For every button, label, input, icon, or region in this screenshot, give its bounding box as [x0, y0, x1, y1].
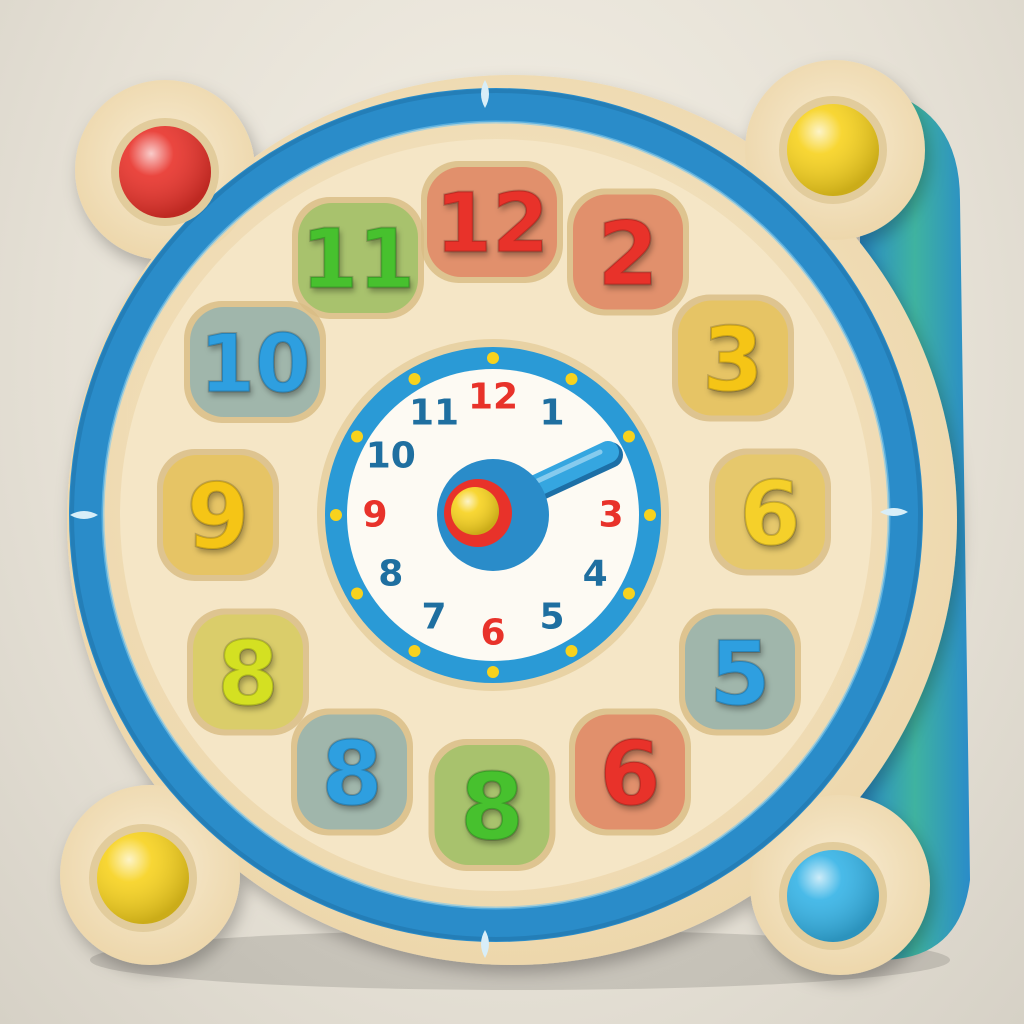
dial-number: 8 — [378, 554, 403, 595]
top-right-corner-button[interactable] — [779, 96, 887, 204]
button-shine — [97, 832, 189, 924]
puzzle-piece[interactable]: 8 — [291, 708, 413, 836]
dial-dot — [487, 666, 499, 678]
dial-dot — [565, 644, 578, 657]
puzzle-piece[interactable]: 3 — [672, 294, 794, 422]
dial-dot — [644, 509, 656, 521]
center-dial: 12 1 3 45678 9 1011 — [317, 339, 669, 691]
puzzle-piece[interactable]: 6 — [569, 708, 691, 836]
dial-number: 11 — [409, 392, 459, 433]
dial-dot — [330, 509, 342, 521]
puzzle-piece[interactable]: 10 — [184, 301, 326, 423]
puzzle-piece[interactable]: 2 — [567, 188, 689, 316]
puzzle-piece[interactable]: 8 — [187, 608, 309, 736]
dial-number: 7 — [421, 597, 446, 638]
puzzle-piece-label: 9 — [187, 465, 250, 570]
dial-dot — [565, 373, 578, 386]
dial-number: 3 — [598, 495, 623, 536]
dial-dot — [487, 352, 499, 364]
dial-number: 1 — [539, 392, 564, 433]
puzzle-piece-label: 5 — [709, 623, 770, 726]
puzzle-piece-label: 8 — [321, 723, 382, 826]
dial-dot — [622, 587, 635, 600]
dial-number: 9 — [362, 495, 387, 536]
button-shine — [119, 126, 211, 218]
puzzle-piece[interactable]: 6 — [709, 448, 831, 576]
dial-dot — [351, 430, 364, 443]
puzzle-piece-label: 10 — [199, 318, 310, 411]
puzzle-piece-label: 11 — [301, 213, 415, 308]
dial-dot — [622, 430, 635, 443]
dial-number: 12 — [468, 377, 518, 418]
puzzle-piece-label: 6 — [599, 723, 660, 826]
puzzle-piece-label: 8 — [217, 623, 278, 726]
top-left-corner-button[interactable] — [111, 118, 219, 226]
puzzle-piece-label: 12 — [435, 177, 549, 272]
puzzle-piece[interactable]: 11 — [292, 197, 424, 319]
puzzle-piece-label: 2 — [597, 203, 658, 306]
puzzle-piece[interactable]: 12 — [421, 161, 563, 283]
button-shine — [787, 104, 879, 196]
dial-number: 10 — [366, 436, 416, 477]
dial-number: 4 — [583, 554, 608, 595]
puzzle-piece-label: 8 — [460, 754, 524, 861]
toy-clock-scene: 12 2365688891011 12 134567891011 — [60, 60, 970, 990]
puzzle-piece[interactable]: 9 — [157, 449, 279, 581]
puzzle-piece-label: 3 — [702, 309, 763, 412]
dial-dot — [408, 373, 421, 386]
puzzle-piece-label: 6 — [739, 463, 800, 566]
dial-number: 5 — [539, 597, 564, 638]
dial-number: 6 — [480, 613, 505, 654]
dial-dot — [408, 644, 421, 657]
button-shine — [787, 850, 879, 942]
bottom-right-corner-button[interactable] — [779, 842, 887, 950]
puzzle-piece[interactable]: 5 — [679, 608, 801, 736]
bottom-left-corner-button[interactable] — [89, 824, 197, 932]
hub-shine — [451, 487, 499, 535]
puzzle-piece[interactable]: 8 — [428, 739, 556, 871]
dial-dot — [351, 587, 364, 600]
